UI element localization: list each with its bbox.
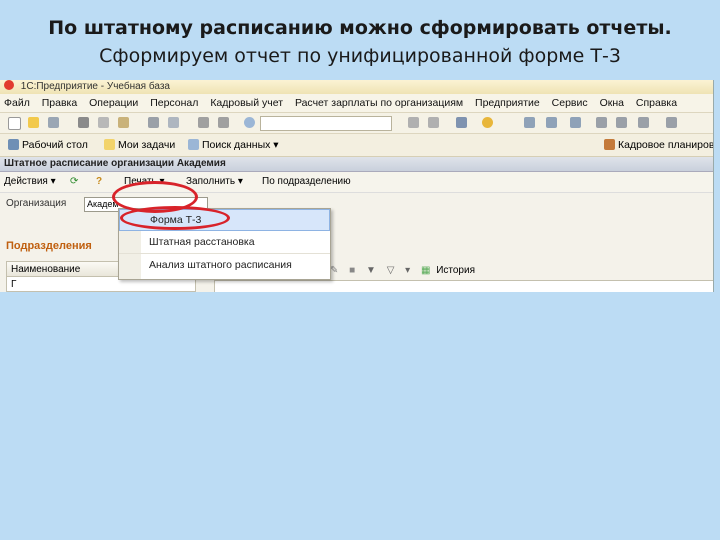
- app-logo-icon: [4, 80, 14, 90]
- form-t3-highlight-ring: [120, 206, 230, 230]
- menu-payroll[interactable]: Расчет зарплаты по организациям: [295, 97, 463, 109]
- refresh-icon[interactable]: ⟳: [70, 172, 78, 192]
- desktop-button[interactable]: Рабочий стол: [8, 134, 88, 156]
- actions-button[interactable]: Действия ▾: [4, 172, 56, 192]
- desktop-label: Рабочий стол: [22, 139, 88, 151]
- app-screenshot: 1С:Предприятие - Учебная база Файл Правк…: [0, 80, 714, 292]
- app-title: 1С:Предприятие - Учебная база: [20, 81, 170, 92]
- help-icon[interactable]: ?: [96, 172, 102, 192]
- menu-file[interactable]: Файл: [4, 97, 30, 109]
- standard-toolbar: [0, 113, 713, 134]
- hr-planning-label: Кадровое планиров: [618, 139, 714, 151]
- fill-label: Заполнить: [186, 176, 236, 187]
- open-folder-icon[interactable]: [28, 117, 39, 128]
- menu-operations[interactable]: Операции: [89, 97, 138, 109]
- document-title: Штатное расписание организации Академия: [0, 157, 713, 172]
- menu-edit[interactable]: Правка: [42, 97, 77, 109]
- slide-title: По штатному расписанию можно сформироват…: [0, 14, 720, 70]
- info-icon[interactable]: [482, 117, 493, 128]
- positions-toolbar: ✎ ■ ▼ ▽ ▾ ▦ История: [330, 264, 475, 278]
- find-next-icon[interactable]: [428, 117, 439, 128]
- m-minus-icon[interactable]: [638, 117, 649, 128]
- search-icon[interactable]: [244, 117, 255, 128]
- m-icon[interactable]: [596, 117, 607, 128]
- forward-icon[interactable]: [218, 117, 229, 128]
- menu-hr[interactable]: Кадровый учет: [210, 97, 283, 109]
- users-icon[interactable]: [570, 117, 581, 128]
- fill-button[interactable]: Заполнить ▾: [186, 172, 243, 192]
- departments-heading: Подразделения: [6, 240, 92, 252]
- filter-settings-icon[interactable]: ▽: [387, 265, 395, 276]
- menu-service[interactable]: Сервис: [552, 97, 588, 109]
- panel-toolbar: Рабочий стол Мои задачи Поиск данных ▾ К…: [0, 134, 713, 157]
- cut-icon[interactable]: [78, 117, 89, 128]
- menu-windows[interactable]: Окна: [600, 97, 624, 109]
- table-row-text: Г: [11, 279, 17, 290]
- organization-row: Организация Академ: [0, 193, 713, 215]
- print-analysis-item[interactable]: Анализ штатного расписания: [119, 253, 330, 276]
- data-search-icon: [188, 139, 199, 150]
- positions-grid: [214, 280, 713, 292]
- slide-title-line2: Сформируем отчет по унифицированной форм…: [99, 45, 621, 67]
- save-small-icon[interactable]: ■: [349, 265, 355, 276]
- new-document-icon[interactable]: [8, 117, 21, 130]
- find-icon[interactable]: [408, 117, 419, 128]
- clear-filter-icon[interactable]: ▾: [405, 265, 410, 276]
- edit-icon[interactable]: ✎: [330, 265, 338, 276]
- calendar-icon[interactable]: [524, 117, 535, 128]
- copy-icon[interactable]: [98, 117, 109, 128]
- desktop-icon: [8, 139, 19, 150]
- settings-icon[interactable]: [666, 117, 677, 128]
- hr-planning-icon: [604, 139, 615, 150]
- organization-label: Организация: [6, 198, 67, 209]
- m-plus-icon[interactable]: [616, 117, 627, 128]
- tasks-button[interactable]: Мои задачи: [104, 134, 175, 156]
- search-input[interactable]: [260, 116, 392, 131]
- data-search-label: Поиск данных: [202, 139, 271, 151]
- window-icon[interactable]: [456, 117, 467, 128]
- actions-label: Действия: [4, 176, 48, 187]
- preview-icon[interactable]: [168, 117, 179, 128]
- print-icon[interactable]: [148, 117, 159, 128]
- app-titlebar: 1С:Предприятие - Учебная база: [0, 80, 713, 94]
- by-unit-label: По подразделению: [262, 176, 351, 187]
- slide-title-line1: По штатному расписанию можно сформироват…: [48, 17, 672, 39]
- menu-enterprise[interactable]: Предприятие: [475, 97, 540, 109]
- by-unit-button[interactable]: По подразделению: [262, 172, 351, 192]
- document-toolbar: Действия ▾ ⟳ ? Печать ▾ Заполнить ▾ По п…: [0, 172, 713, 193]
- calculator-icon[interactable]: [546, 117, 557, 128]
- menu-bar: Файл Правка Операции Персонал Кадровый у…: [0, 94, 713, 113]
- menu-personnel[interactable]: Персонал: [150, 97, 198, 109]
- data-search-button[interactable]: Поиск данных ▾: [188, 134, 279, 156]
- menu-help[interactable]: Справка: [636, 97, 677, 109]
- back-icon[interactable]: [198, 117, 209, 128]
- print-staffing-item[interactable]: Штатная расстановка: [119, 231, 330, 253]
- filter-icon[interactable]: ▼: [366, 265, 376, 276]
- paste-icon[interactable]: [118, 117, 129, 128]
- save-icon[interactable]: [48, 117, 59, 128]
- history-button[interactable]: История: [436, 265, 475, 276]
- tasks-icon: [104, 139, 115, 150]
- history-icon: ▦: [420, 265, 431, 276]
- hr-planning-button[interactable]: Кадровое планиров: [604, 134, 714, 156]
- tasks-label: Мои задачи: [118, 139, 176, 151]
